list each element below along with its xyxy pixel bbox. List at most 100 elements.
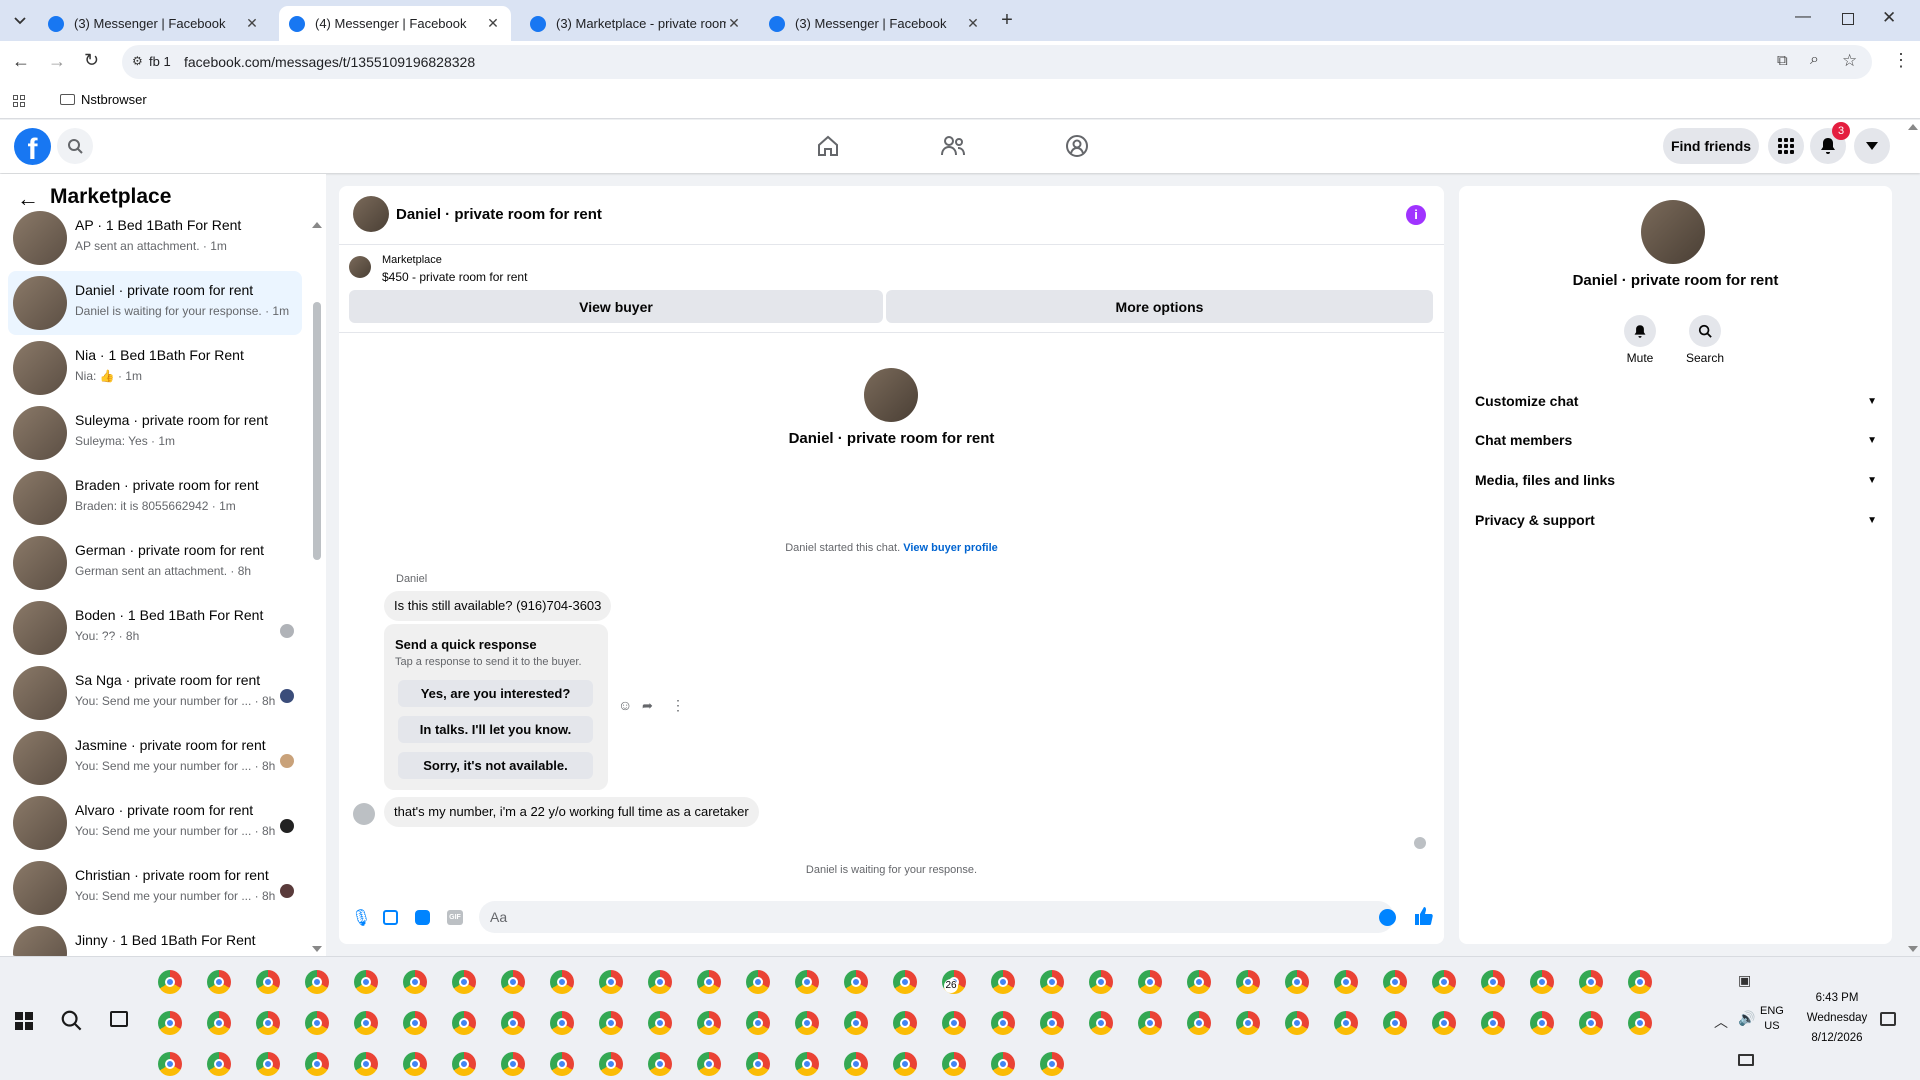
chrome-app-icon[interactable] [1481, 1011, 1505, 1035]
listing-title[interactable]: $450 - private room for rent [382, 270, 527, 284]
more-options-button[interactable]: More options [886, 290, 1433, 323]
search-icon[interactable] [57, 128, 93, 164]
chrome-app-icon[interactable] [648, 1011, 672, 1035]
voice-clip-icon[interactable]: 🎙 [351, 908, 371, 928]
conversation-item[interactable]: Braden · private room for rent Braden: it… [8, 466, 302, 530]
chrome-app-icon[interactable] [1040, 1011, 1064, 1035]
chrome-app-icon[interactable] [1285, 970, 1309, 994]
chrome-app-icon[interactable] [746, 970, 770, 994]
mute-bell-icon[interactable] [1624, 315, 1656, 347]
chrome-app-icon[interactable] [942, 1011, 966, 1035]
chrome-app-icon[interactable] [305, 1011, 329, 1035]
emoji-icon[interactable] [1379, 909, 1396, 926]
windows-start-icon[interactable] [15, 1012, 33, 1030]
conversation-item[interactable]: Sa Nga · private room for rent You: Send … [8, 661, 302, 725]
chrome-app-icon[interactable] [1089, 1011, 1113, 1035]
profile-chip[interactable]: fb 1 [149, 54, 171, 69]
chrome-app-icon[interactable] [991, 970, 1015, 994]
chrome-app-icon[interactable] [305, 1052, 329, 1076]
conversation-item-selected[interactable]: Daniel · private room for rent Daniel is … [8, 271, 302, 335]
message-bubble[interactable]: that's my number, i'm a 22 y/o working f… [384, 797, 759, 827]
chrome-app-icon[interactable] [1579, 970, 1603, 994]
chrome-app-icon[interactable] [893, 1052, 917, 1076]
chrome-app-icon[interactable] [1530, 1011, 1554, 1035]
browser-menu-icon[interactable]: ⋮ [1892, 50, 1910, 71]
conversation-item[interactable]: Nia · 1 Bed 1Bath For Rent Nia: 👍 · 1m [8, 336, 302, 400]
chrome-app-icon[interactable] [1138, 970, 1162, 994]
tab-messenger-1[interactable]: (3) Messenger | Facebook ✕ [38, 6, 270, 41]
back-icon[interactable]: ← [12, 51, 30, 72]
conversation-item[interactable]: Boden · 1 Bed 1Bath For Rent You: ?? · 8h [8, 596, 302, 660]
chrome-app-icon[interactable] [795, 1052, 819, 1076]
chrome-app-icon[interactable] [256, 970, 280, 994]
chrome-app-icon[interactable] [354, 1011, 378, 1035]
chrome-app-icon[interactable] [1432, 1011, 1456, 1035]
chrome-app-icon[interactable] [599, 1052, 623, 1076]
mute-label[interactable]: Mute [1610, 351, 1670, 365]
chrome-app-icon[interactable] [1138, 1011, 1162, 1035]
chrome-app-icon[interactable] [207, 1011, 231, 1035]
input-language[interactable]: ENG US [1760, 1004, 1784, 1034]
chrome-app-icon[interactable] [1579, 1011, 1603, 1035]
chrome-app-icon[interactable] [648, 1052, 672, 1076]
chrome-app-icon[interactable] [158, 1052, 182, 1076]
account-caret-icon[interactable] [1854, 128, 1890, 164]
friends-icon[interactable] [939, 133, 967, 159]
chrome-app-icon[interactable] [1530, 970, 1554, 994]
chrome-app-icon[interactable] [207, 1052, 231, 1076]
search-in-chat-icon[interactable] [1689, 315, 1721, 347]
scroll-down-arrow-icon[interactable] [312, 946, 322, 952]
bookmark-folder[interactable]: Nstbrowser [60, 92, 147, 107]
chrome-app-icon[interactable] [550, 970, 574, 994]
close-tab-icon[interactable]: ✕ [965, 15, 981, 32]
gif-icon[interactable]: GIF [447, 910, 463, 925]
chrome-app-icon[interactable] [1334, 1011, 1358, 1035]
details-avatar[interactable] [1641, 200, 1705, 264]
install-app-icon[interactable]: ⧉ [1777, 52, 1788, 69]
bookmark-star-icon[interactable]: ☆ [1842, 51, 1857, 71]
chrome-app-icon[interactable] [1628, 970, 1652, 994]
close-window-icon[interactable]: ✕ [1882, 8, 1896, 28]
menu-grid-icon[interactable] [1768, 128, 1804, 164]
attach-photo-icon[interactable] [383, 910, 398, 925]
chrome-app-icon[interactable] [991, 1011, 1015, 1035]
address-bar[interactable]: ⚙ fb 1 facebook.com/messages/t/135510919… [122, 45, 1872, 79]
chat-members-section[interactable]: Chat members ▼ [1473, 422, 1879, 458]
chrome-app-icon[interactable] [1236, 970, 1260, 994]
close-tab-icon[interactable]: ✕ [485, 15, 501, 32]
chrome-app-icon[interactable] [158, 970, 182, 994]
chrome-app-icon[interactable] [599, 970, 623, 994]
quick-response-button[interactable]: Yes, are you interested? [398, 680, 593, 707]
chat-profile-avatar[interactable] [864, 368, 918, 422]
thumbs-up-icon[interactable] [1413, 906, 1433, 926]
chat-list-scrollbar[interactable] [313, 302, 321, 560]
chrome-app-icon[interactable] [1628, 1011, 1652, 1035]
chrome-app-icon[interactable] [452, 970, 476, 994]
find-friends-button[interactable]: Find friends [1663, 128, 1759, 164]
chrome-app-icon[interactable] [844, 1052, 868, 1076]
site-info-icon[interactable]: ⚙ [132, 54, 143, 68]
privacy-support-section[interactable]: Privacy & support ▼ [1473, 502, 1879, 538]
chrome-app-icon[interactable] [403, 1011, 427, 1035]
clock[interactable]: 6:43 PM Wednesday 8/12/2026 [1792, 988, 1882, 1048]
chrome-app-icon[interactable] [1432, 970, 1456, 994]
chrome-app-icon[interactable] [452, 1052, 476, 1076]
desktop-icon[interactable] [1738, 1054, 1754, 1066]
tab-messenger-active[interactable]: (4) Messenger | Facebook ✕ [279, 6, 511, 41]
chrome-app-icon[interactable] [599, 1011, 623, 1035]
tab-marketplace[interactable]: (3) Marketplace - private room ✕ [520, 6, 752, 41]
notification-center-icon[interactable] [1880, 1012, 1896, 1026]
taskbar-search-icon[interactable] [60, 1009, 82, 1031]
message-input[interactable]: Aa [479, 901, 1394, 933]
chrome-app-icon[interactable] [403, 970, 427, 994]
scroll-up-arrow-icon[interactable] [312, 222, 322, 228]
chrome-app-icon[interactable] [697, 1052, 721, 1076]
task-view-icon[interactable] [110, 1011, 128, 1027]
chat-title[interactable]: Daniel · private room for rent [396, 206, 602, 223]
conversation-item[interactable]: AP · 1 Bed 1Bath For Rent AP sent an atta… [8, 206, 302, 270]
chrome-app-icon[interactable] [1481, 970, 1505, 994]
chrome-app-icon[interactable] [746, 1011, 770, 1035]
chrome-app-icon[interactable] [1285, 1011, 1309, 1035]
chrome-app-icon[interactable] [256, 1011, 280, 1035]
chrome-app-icon[interactable] [354, 1052, 378, 1076]
